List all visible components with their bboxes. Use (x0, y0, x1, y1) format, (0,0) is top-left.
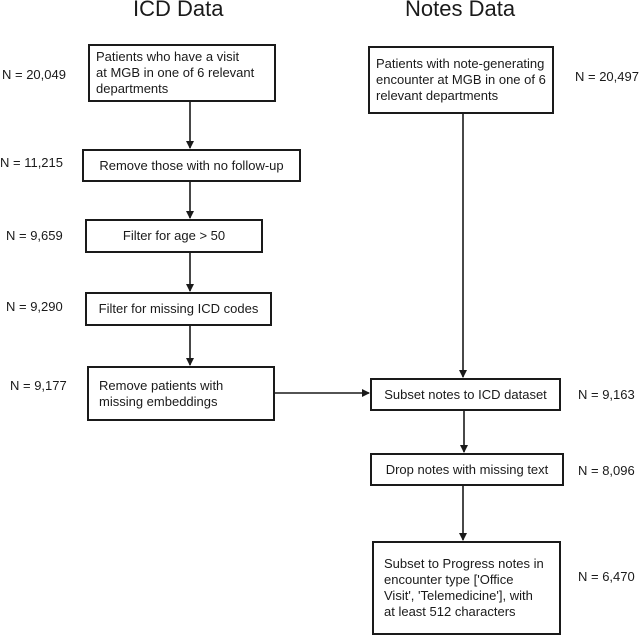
flow-arrows (186, 102, 468, 541)
